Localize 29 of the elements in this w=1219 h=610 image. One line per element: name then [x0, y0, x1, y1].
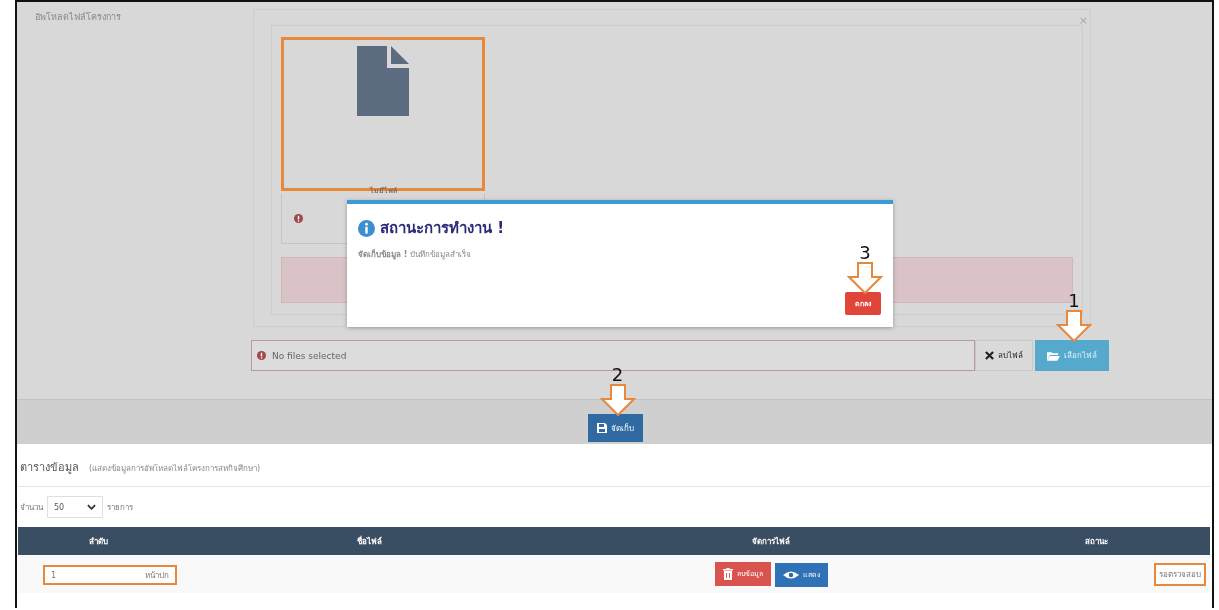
close-icon: [985, 351, 994, 360]
dialog-message: จัดเก็บข้อมูล ! บันทึกข้อมูลสำเร็จ: [358, 248, 471, 261]
status-label: รอตรวจสอบ: [1154, 563, 1206, 586]
column-header: ชื่อไฟล์: [178, 527, 560, 555]
step-number: 3: [859, 244, 871, 262]
page-size-select[interactable]: 50: [47, 496, 103, 518]
remove-button[interactable]: ลบไฟล์: [975, 340, 1033, 371]
file-icon: [357, 46, 409, 116]
caret-icon: [87, 504, 96, 510]
dialog-title: สถานะการทำงาน !: [380, 218, 505, 239]
down-arrow-icon: [599, 384, 636, 416]
eye-icon: [782, 569, 799, 580]
page-size-label: จำนวน: [20, 501, 43, 514]
step-number: 1: [1068, 292, 1080, 310]
column-header: จัดการไฟล์: [560, 527, 982, 555]
trash-icon: [722, 567, 733, 580]
order-field[interactable]: 1 หน้าปก: [43, 565, 177, 586]
page-size-label: รายการ: [107, 501, 133, 514]
table-subtitle: (แสดงข้อมูลการอัพโหลดไฟล์โครงการสหกิจศึกษา): [89, 463, 261, 475]
down-arrow-icon: [847, 262, 883, 294]
upload-label: อัพโหลดไฟล์โครงการ: [34, 11, 122, 24]
table-title: ตารางข้อมูล: [20, 460, 79, 476]
column-header: ลำดับ: [18, 527, 178, 555]
folder-icon: [1047, 350, 1060, 361]
error-icon: [294, 213, 303, 223]
info-icon: [358, 219, 375, 237]
down-arrow-icon: [1056, 310, 1092, 342]
column-header: สถานะ: [982, 527, 1210, 555]
save-button[interactable]: จัดเก็บ: [588, 414, 643, 442]
